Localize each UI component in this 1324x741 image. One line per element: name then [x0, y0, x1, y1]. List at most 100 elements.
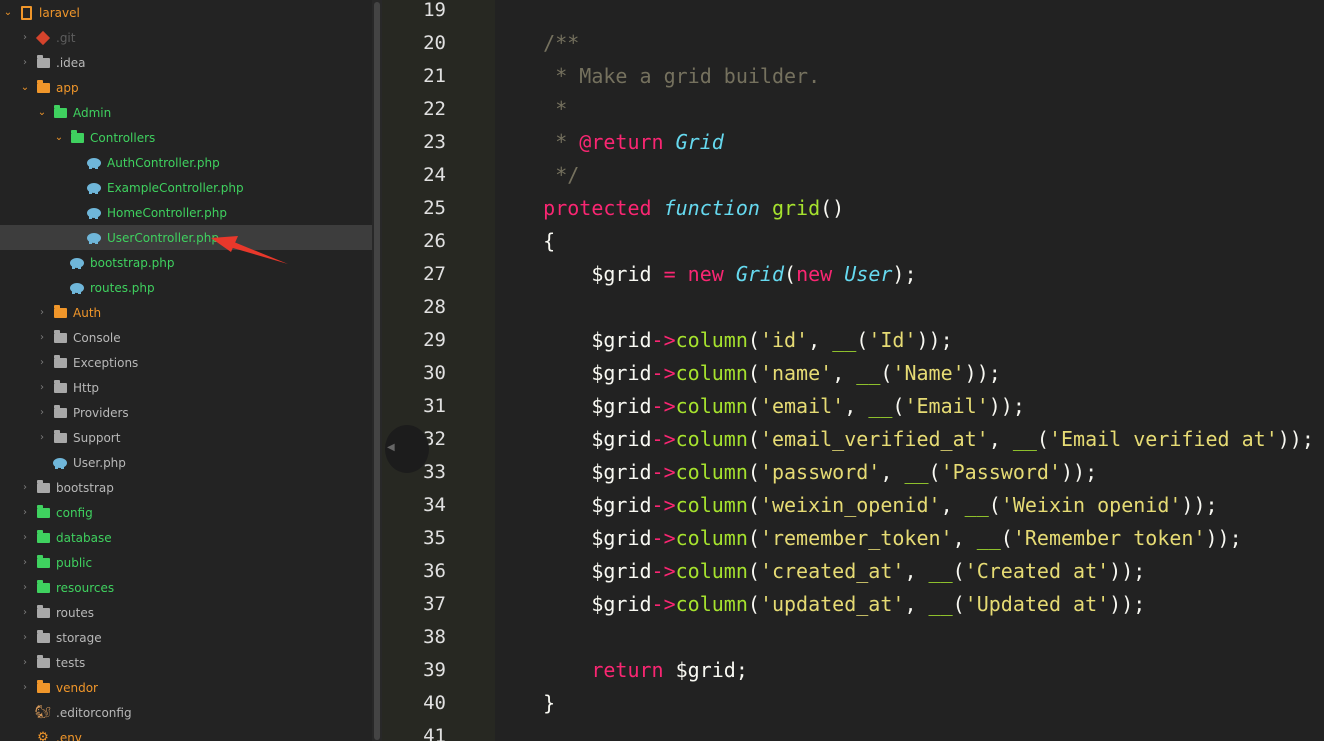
- code-token: (: [784, 262, 797, 286]
- tree-item-usercontroller-php[interactable]: ›UserController.php: [0, 225, 372, 250]
- tree-item-auth[interactable]: › Auth: [0, 300, 372, 325]
- code-line[interactable]: */: [495, 159, 579, 192]
- code-token: __: [964, 493, 989, 517]
- code-token: ,: [904, 559, 929, 583]
- tree-item-laravel[interactable]: ⌄ laravel: [0, 0, 372, 25]
- sidebar-scrollbar-thumb[interactable]: [374, 2, 380, 740]
- chevron-right-icon[interactable]: ›: [19, 507, 31, 518]
- line-number: 36: [423, 560, 446, 582]
- line-number: 37: [423, 593, 446, 615]
- code-token: 'Remember token': [1012, 526, 1206, 550]
- code-line[interactable]: $grid->column('name', __('Name'));: [495, 357, 1000, 390]
- folder-icon-glyph: [36, 679, 50, 693]
- tree-item-label: routes: [56, 605, 94, 620]
- code-line[interactable]: $grid->column('remember_token', __('Reme…: [495, 522, 1241, 555]
- tree-item-idea[interactable]: › .idea: [0, 50, 372, 75]
- tree-item-routes[interactable]: › routes: [0, 600, 372, 625]
- code-token: (: [747, 361, 760, 385]
- tree-item-env[interactable]: ›⚙.env: [0, 725, 372, 741]
- chevron-right-icon[interactable]: ›: [19, 632, 31, 643]
- code-token: __: [1012, 427, 1037, 451]
- code-token: $grid: [495, 559, 652, 583]
- tree-item-vendor[interactable]: › vendor: [0, 675, 372, 700]
- project-icon-glyph: [20, 5, 32, 20]
- chevron-right-icon[interactable]: ›: [36, 407, 48, 418]
- folder-icon: [36, 79, 50, 95]
- chevron-down-icon[interactable]: ⌄: [36, 107, 48, 118]
- project-icon: [19, 5, 33, 20]
- chevron-right-icon[interactable]: ›: [36, 382, 48, 393]
- chevron-down-icon[interactable]: ⌄: [53, 132, 65, 143]
- code-line[interactable]: {: [495, 225, 555, 258]
- chevron-right-icon[interactable]: ›: [19, 57, 31, 68]
- code-line[interactable]: $grid->column('id', __('Id'));: [495, 324, 952, 357]
- code-area[interactable]: /** * Make a grid builder. * * @return G…: [495, 0, 1324, 741]
- code-line[interactable]: * Make a grid builder.: [495, 60, 820, 93]
- line-number: 27: [423, 263, 446, 285]
- tree-item-admin[interactable]: ⌄ Admin: [0, 100, 372, 125]
- code-token: Grid: [675, 130, 724, 154]
- code-line[interactable]: $grid->column('created_at', __('Created …: [495, 555, 1145, 588]
- code-line[interactable]: $grid->column('email_verified_at', __('E…: [495, 423, 1314, 456]
- code-line[interactable]: $grid->column('updated_at', __('Updated …: [495, 588, 1145, 621]
- chevron-right-icon[interactable]: ›: [19, 532, 31, 543]
- chevron-right-icon[interactable]: ›: [36, 357, 48, 368]
- code-line[interactable]: /**: [495, 27, 579, 60]
- chevron-right-icon[interactable]: ›: [19, 32, 31, 43]
- tree-item-homecontroller-php[interactable]: ›HomeController.php: [0, 200, 372, 225]
- chevron-right-icon[interactable]: ›: [36, 332, 48, 343]
- tree-item-authcontroller-php[interactable]: ›AuthController.php: [0, 150, 372, 175]
- tree-item-controllers[interactable]: ⌄ Controllers: [0, 125, 372, 150]
- tree-item-label: bootstrap: [56, 480, 114, 495]
- tree-item-http[interactable]: › Http: [0, 375, 372, 400]
- code-line[interactable]: $grid = new Grid(new User);: [495, 258, 916, 291]
- collapse-sidebar-handle[interactable]: ◀: [385, 425, 429, 473]
- chevron-right-icon[interactable]: ›: [19, 557, 31, 568]
- tree-item-routes-php[interactable]: ›routes.php: [0, 275, 372, 300]
- code-line[interactable]: $grid->column('email', __('Email'));: [495, 390, 1025, 423]
- tree-item-config[interactable]: › config: [0, 500, 372, 525]
- code-line[interactable]: $grid->column('password', __('Password')…: [495, 456, 1097, 489]
- code-editor[interactable]: 19 20 21 22 23 24 25 26 27 28 29 30 31 32 33 34 35 36 37 38…: [382, 0, 1324, 741]
- tree-item-editorconfig[interactable]: ›🐿.editorconfig: [0, 700, 372, 725]
- code-token: (: [1000, 526, 1013, 550]
- tree-item-support[interactable]: › Support: [0, 425, 372, 450]
- tree-item-storage[interactable]: › storage: [0, 625, 372, 650]
- code-token: 'remember_token': [759, 526, 953, 550]
- tree-item-resources[interactable]: › resources: [0, 575, 372, 600]
- code-line[interactable]: protected function grid(): [495, 192, 844, 225]
- tree-item-app[interactable]: ⌄ app: [0, 75, 372, 100]
- tree-item-tests[interactable]: › tests: [0, 650, 372, 675]
- code-line[interactable]: return $grid;: [495, 654, 748, 687]
- chevron-right-icon[interactable]: ›: [36, 432, 48, 443]
- line-number: 28: [423, 296, 446, 318]
- tree-item-database[interactable]: › database: [0, 525, 372, 550]
- tree-item-examplecontroller-php[interactable]: ›ExampleController.php: [0, 175, 372, 200]
- tree-item-user-php[interactable]: ›User.php: [0, 450, 372, 475]
- chevron-right-icon[interactable]: ›: [19, 657, 31, 668]
- code-token: (: [747, 493, 760, 517]
- tree-item-public[interactable]: › public: [0, 550, 372, 575]
- chevron-right-icon[interactable]: ›: [19, 582, 31, 593]
- tree-item-bootstrap-php[interactable]: ›bootstrap.php: [0, 250, 372, 275]
- chevron-down-icon[interactable]: ⌄: [2, 7, 14, 18]
- tree-item-exceptions[interactable]: › Exceptions: [0, 350, 372, 375]
- tree-item-label: Http: [73, 380, 100, 395]
- code-line[interactable]: $grid->column('weixin_openid', __('Weixi…: [495, 489, 1217, 522]
- folder-icon-glyph: [53, 354, 67, 368]
- chevron-right-icon[interactable]: ›: [19, 682, 31, 693]
- folder-icon: [36, 554, 50, 570]
- code-line[interactable]: * @return Grid: [495, 126, 724, 159]
- chevron-right-icon[interactable]: ›: [36, 307, 48, 318]
- code-line[interactable]: *: [495, 93, 567, 126]
- chevron-right-icon[interactable]: ›: [19, 607, 31, 618]
- tree-item-git[interactable]: › .git: [0, 25, 372, 50]
- tree-item-bootstrap[interactable]: › bootstrap: [0, 475, 372, 500]
- chevron-right-icon[interactable]: ›: [19, 482, 31, 493]
- tree-item-providers[interactable]: › Providers: [0, 400, 372, 425]
- tree-item-console[interactable]: › Console: [0, 325, 372, 350]
- chevron-down-icon[interactable]: ⌄: [19, 82, 31, 93]
- code-line[interactable]: }: [495, 687, 555, 720]
- folder-icon: [36, 54, 50, 70]
- sidebar-scrollbar[interactable]: [372, 0, 382, 741]
